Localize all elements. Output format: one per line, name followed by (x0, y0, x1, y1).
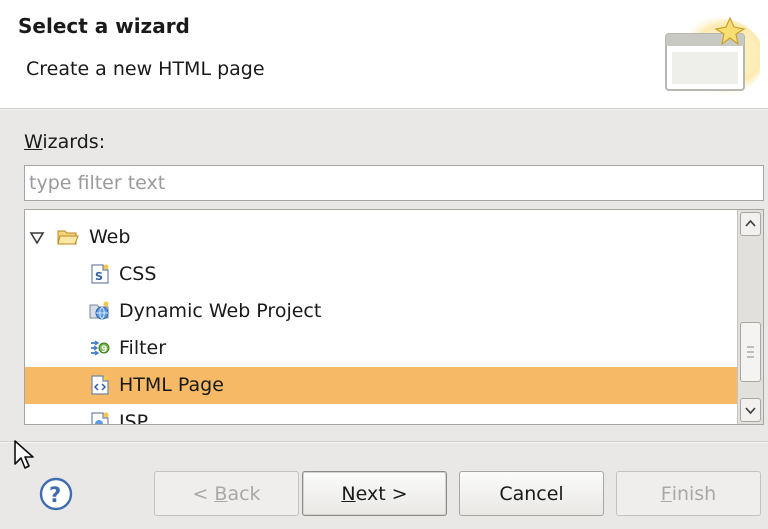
finish-button-mnemonic: F (660, 482, 672, 505)
tree-item-label: JSP (119, 411, 149, 424)
wizard-banner-icon (665, 16, 760, 98)
tree-item-label: Filter (119, 337, 167, 359)
scrollbar-thumb[interactable] (740, 322, 761, 382)
back-button-prefix: < (192, 482, 215, 505)
wizard-tree[interactable]: Web S CSS Dynamic Web Project 9 Filter H… (24, 209, 764, 425)
page-description: Create a new HTML page (26, 58, 265, 80)
css-file-icon: S (91, 264, 109, 284)
svg-text:9: 9 (101, 345, 107, 355)
tree-item-label: HTML Page (119, 374, 224, 396)
scroll-down-button[interactable] (740, 398, 761, 422)
back-button[interactable]: < Back (154, 471, 299, 516)
wizard-header: Select a wizard Create a new HTML page (0, 0, 768, 108)
wizards-label: Wizards: (24, 131, 105, 153)
web-project-icon (89, 301, 109, 320)
filter-input[interactable] (24, 165, 764, 201)
jsp-file-icon (91, 412, 109, 424)
chevron-down-icon (745, 407, 756, 415)
grip-icon (747, 346, 754, 358)
tree-item-dynamic-web-project[interactable]: Dynamic Web Project (25, 293, 737, 330)
tree-item-html-page[interactable]: HTML Page (25, 367, 737, 404)
next-button-label: ext > (355, 482, 408, 505)
svg-text:S: S (95, 270, 103, 283)
html-page-icon (91, 375, 109, 395)
cancel-button[interactable]: Cancel (459, 471, 604, 516)
open-folder-icon (57, 230, 79, 245)
tree-item-label: CSS (119, 263, 157, 285)
filter-icon: 9 (91, 340, 110, 356)
page-title: Select a wizard (18, 14, 190, 38)
mouse-cursor-icon (14, 440, 34, 469)
tree-item-jsp[interactable]: JSP (25, 404, 737, 424)
tree-item-web[interactable]: Web (25, 219, 737, 256)
header-separator (0, 108, 768, 110)
wizards-label-mnemonic: W (24, 131, 43, 153)
button-bar-separator (0, 441, 768, 443)
tree-item-label: Web (89, 226, 131, 248)
back-button-mnemonic: B (214, 482, 228, 505)
finish-button[interactable]: Finish (616, 471, 761, 516)
tree-item-filter[interactable]: 9 Filter (25, 330, 737, 367)
tree-item-label: Dynamic Web Project (119, 300, 322, 322)
scroll-up-button[interactable] (740, 212, 761, 236)
svg-text:?: ? (49, 483, 61, 507)
help-icon[interactable]: ? (38, 476, 74, 512)
cancel-button-label: Cancel (499, 482, 564, 505)
back-button-label: ack (227, 482, 261, 505)
chevron-up-icon (745, 219, 756, 227)
tree-scrollbar[interactable] (737, 210, 763, 424)
expanded-twisty-icon[interactable] (29, 231, 45, 245)
next-button-mnemonic: N (341, 482, 356, 505)
tree-item-css[interactable]: S CSS (25, 256, 737, 293)
wizard-tree-rows: Web S CSS Dynamic Web Project 9 Filter H… (25, 210, 737, 424)
wizards-label-text: izards: (42, 131, 106, 153)
finish-button-label: inish (671, 482, 717, 505)
next-button[interactable]: Next > (302, 471, 447, 516)
